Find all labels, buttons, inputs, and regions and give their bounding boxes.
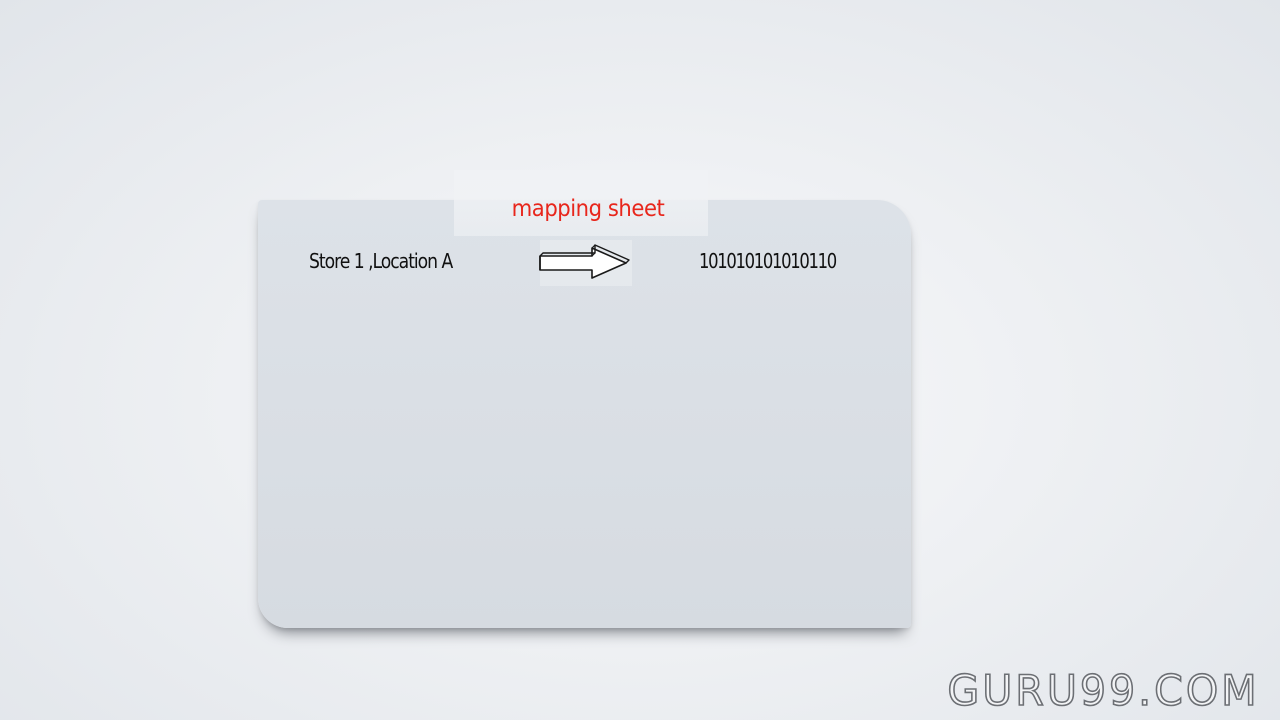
mapping-row-label: Store 1 ,Location A	[309, 249, 453, 273]
sheet-title: mapping sheet	[511, 196, 665, 222]
right-arrow-icon	[539, 244, 630, 279]
watermark-logo: GURU99.COM	[947, 665, 1260, 716]
mapping-row-value: 101010101010110	[699, 249, 837, 273]
slide-canvas: mapping sheet Store 1 ,Location A 101010…	[0, 0, 1280, 720]
